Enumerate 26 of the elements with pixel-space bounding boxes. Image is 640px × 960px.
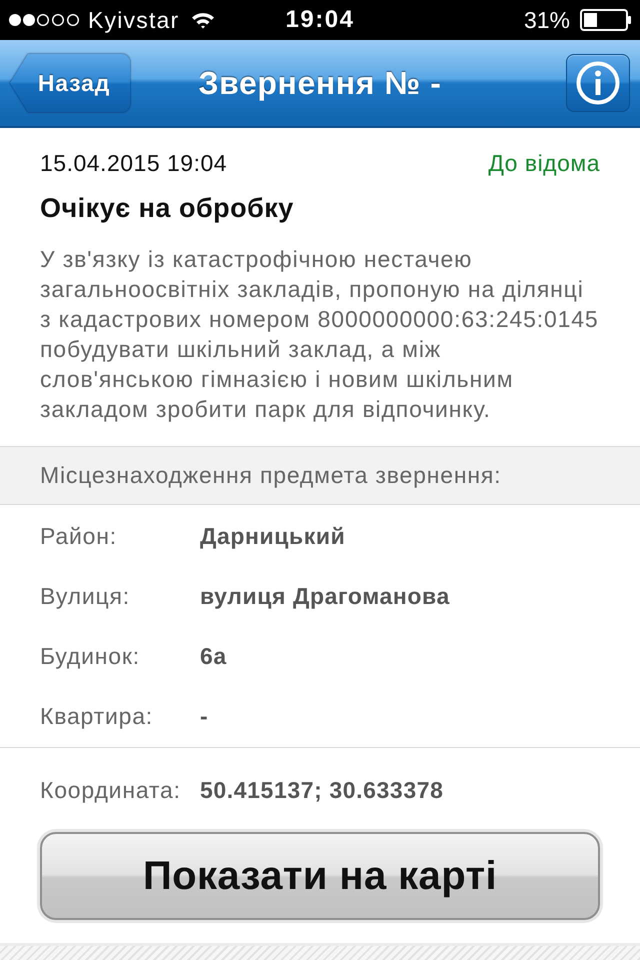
battery-icon: [580, 9, 632, 31]
info-icon: [576, 61, 620, 105]
field-label: Координата:: [40, 776, 182, 804]
field-label: Вулиця:: [40, 582, 131, 610]
back-button[interactable]: Назад: [10, 54, 130, 112]
clock-time: 19:04: [286, 6, 354, 34]
appeal-date: 15.04.2015 19:04: [40, 149, 228, 178]
field-value: Дарницький: [200, 522, 346, 550]
field-label: Район:: [40, 522, 118, 550]
coordinates-value: 50.415137; 30.633378: [200, 776, 444, 804]
appeal-category: До відома: [488, 149, 600, 178]
info-button[interactable]: [566, 54, 630, 112]
signal-strength-icon: [8, 13, 80, 27]
battery-percentage: 31%: [524, 6, 570, 34]
show-on-map-button[interactable]: Показати на карті: [40, 832, 600, 920]
carrier-name: Kyivstar: [88, 6, 180, 34]
appeal-status: Очікує на обробку: [40, 192, 295, 224]
appeal-description: У зв'язку із катастрофічною нестачею загальноосвітніх закладів, пропоную на ділянці з кадастрових номером 8000000000:63:245:0145 побудувати шкільний заклад, а між слов'янською гімназією і новим шкільним закладом зробити парк для відпочинку.: [40, 245, 600, 424]
screen-title: Звернення № -: [198, 64, 442, 102]
wifi-icon: [191, 11, 216, 29]
field-label: Квартира:: [40, 702, 154, 730]
field-value: 6а: [200, 642, 227, 670]
field-value: вулиця Драгоманова: [200, 582, 450, 610]
field-value: -: [200, 702, 208, 730]
field-label: Будинок:: [40, 642, 141, 670]
section-heading: Місцезнаходження предмета звернення:: [0, 447, 640, 505]
